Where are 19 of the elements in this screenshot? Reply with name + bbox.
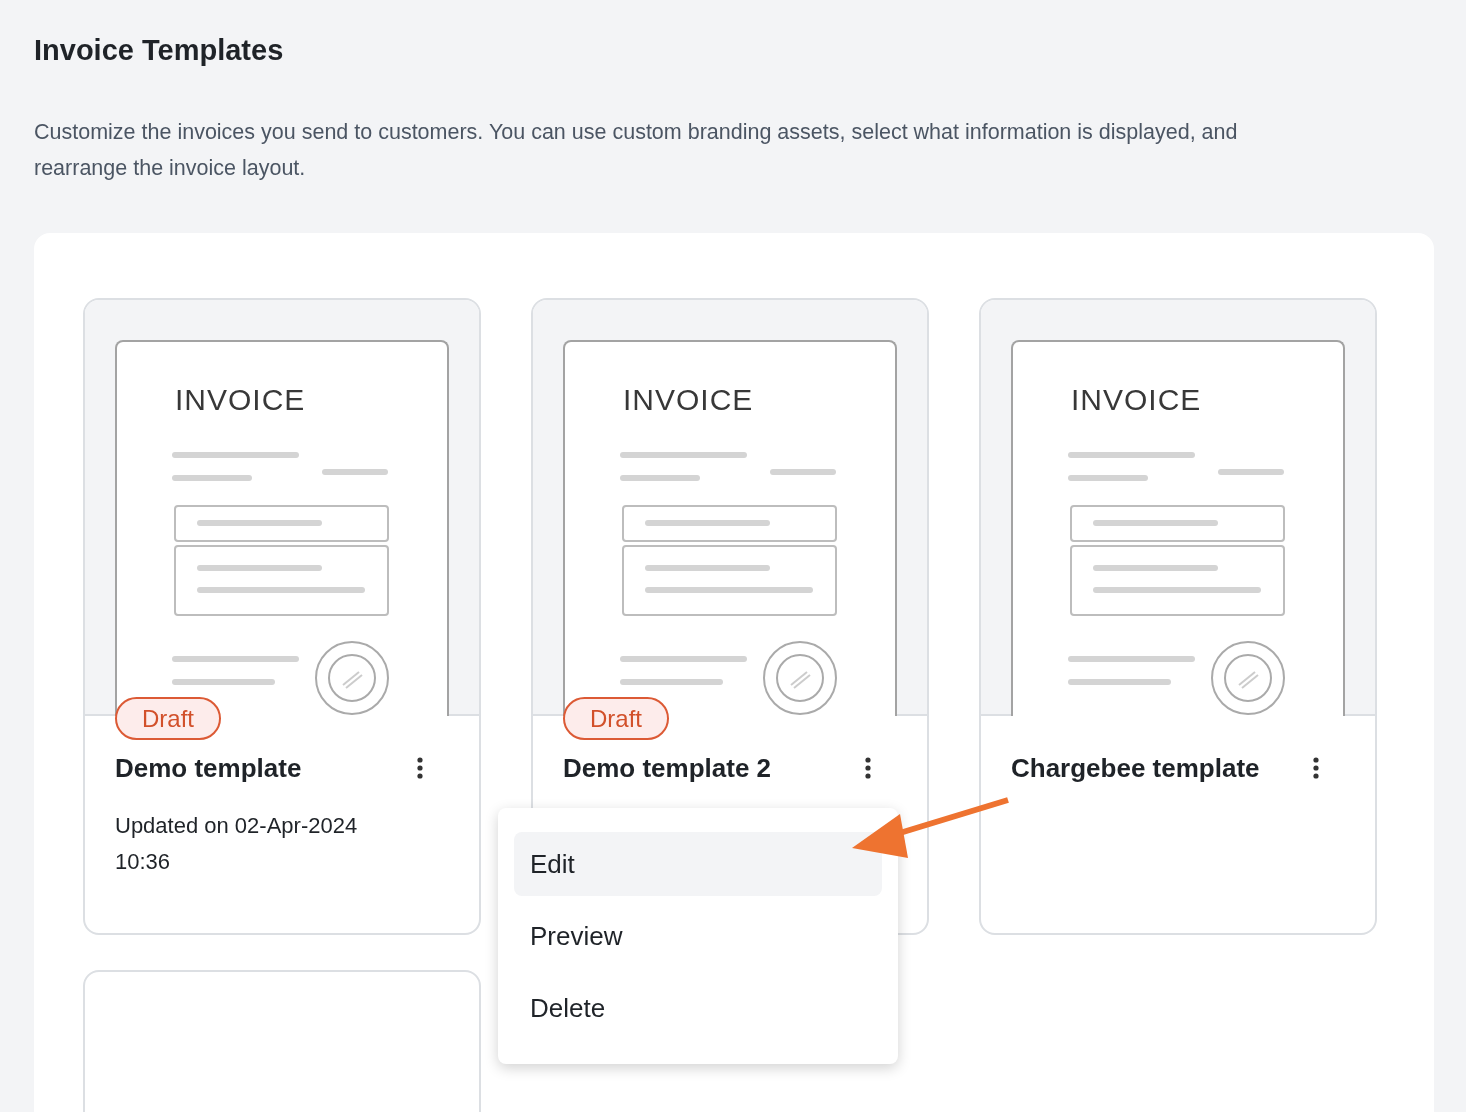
draft-badge: Draft bbox=[563, 697, 669, 740]
menu-item[interactable]: Preview bbox=[514, 904, 882, 968]
menu-item[interactable]: Delete bbox=[514, 976, 882, 1040]
template-name: Chargebee template bbox=[1011, 752, 1260, 785]
template-name: Demo template bbox=[115, 752, 302, 785]
page-title: Invoice Templates bbox=[34, 33, 285, 68]
invoice-heading: INVOICE bbox=[1071, 383, 1202, 417]
template-card[interactable]: INVOICE Chargebee template bbox=[979, 298, 1377, 935]
invoice-heading: INVOICE bbox=[175, 383, 306, 417]
more-vertical-icon bbox=[1313, 757, 1319, 779]
invoice-heading: INVOICE bbox=[623, 383, 754, 417]
page-description: Customize the invoices you send to customers. You can use custom branding assets, select what information is displayed, and rearrange the invoice layout. bbox=[34, 119, 1239, 182]
template-name: Demo template 2 bbox=[563, 752, 772, 785]
more-vertical-icon bbox=[417, 757, 423, 779]
menu-item[interactable]: Edit bbox=[514, 832, 882, 896]
draft-badge: Draft bbox=[115, 697, 221, 740]
more-vertical-icon bbox=[865, 757, 871, 779]
updated-date: Updated on 02-Apr-2024 10:36 bbox=[115, 812, 359, 876]
template-card[interactable]: INVOICE Draft Demo template Updated on 02-Apr-2024 10:36 bbox=[83, 298, 481, 935]
